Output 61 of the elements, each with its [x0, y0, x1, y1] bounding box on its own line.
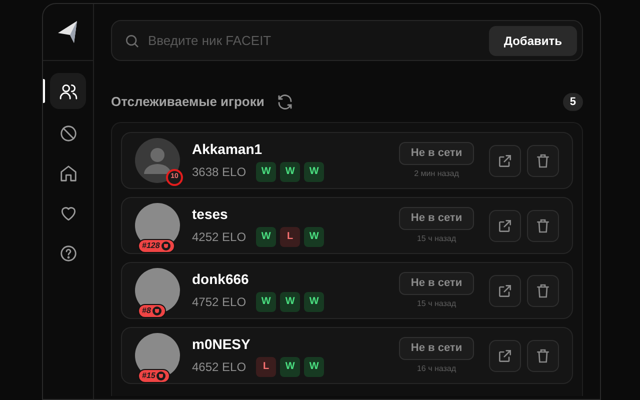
search-field[interactable]: Введите ник FACEIT Добавить — [111, 20, 583, 61]
section-title: Отслеживаемые игроки — [111, 93, 264, 112]
ban-icon — [58, 124, 78, 142]
match-result: W — [280, 292, 300, 312]
status-label: Не в сети — [399, 142, 474, 164]
trash-icon — [535, 152, 551, 168]
avatar-placeholder — [135, 138, 180, 183]
player-name: teses — [192, 204, 229, 222]
match-result: W — [304, 226, 324, 246]
match-result: W — [256, 162, 276, 182]
match-result: W — [256, 292, 276, 312]
match-result: W — [304, 162, 324, 182]
add-button[interactable]: Добавить — [488, 26, 577, 56]
trash-icon — [535, 348, 551, 364]
match-result: L — [280, 226, 300, 246]
match-result: W — [304, 292, 324, 312]
last-seen: 15 ч назад — [416, 232, 456, 244]
player-name: donk666 — [192, 270, 250, 288]
nav-item[interactable] — [50, 73, 86, 109]
player-name: m0NESY — [192, 334, 252, 352]
open-profile-button[interactable] — [489, 210, 521, 242]
delete-button[interactable] — [527, 210, 559, 242]
open-profile-button[interactable] — [489, 340, 521, 372]
delete-button[interactable] — [527, 144, 559, 176]
match-result: L — [256, 356, 276, 376]
delete-button[interactable] — [527, 274, 559, 306]
match-result: W — [280, 356, 300, 376]
open-profile-button[interactable] — [489, 144, 521, 176]
match-result: W — [280, 162, 300, 182]
home-icon — [58, 164, 78, 182]
status-label: Не в сети — [399, 336, 474, 360]
player-name: Akkaman1 — [192, 140, 264, 158]
delete-button[interactable] — [527, 340, 559, 372]
last-seen: 2 мин назад — [414, 168, 459, 180]
photo-placeholder — [135, 268, 180, 313]
last-seen: 15 ч назад — [416, 298, 456, 310]
status-label: Не в сети — [399, 206, 474, 230]
last-seen: 16 ч назад — [416, 362, 456, 374]
trash-icon — [535, 218, 551, 234]
external-link-icon — [497, 348, 513, 364]
elo-value: 4652 ELO — [192, 358, 246, 376]
open-profile-button[interactable] — [489, 274, 521, 306]
rank-text: #8 — [142, 307, 151, 315]
trash-icon — [535, 282, 551, 298]
external-link-icon — [497, 282, 513, 298]
search-icon — [124, 32, 140, 48]
match-result: W — [256, 226, 276, 246]
logo-icon — [58, 21, 78, 43]
external-link-icon — [497, 152, 513, 168]
rank-text: #128 — [142, 242, 160, 250]
refresh-icon[interactable] — [276, 93, 294, 111]
match-result: W — [304, 356, 324, 376]
help-icon — [58, 244, 78, 262]
elo-value: 4252 ELO — [192, 228, 246, 246]
player-count: 5 — [562, 92, 583, 112]
elo-value: 3638 ELO — [192, 164, 246, 180]
elo-value: 4752 ELO — [192, 294, 246, 310]
status-label: Не в сети — [399, 272, 474, 294]
rank-text: #15 — [142, 372, 156, 380]
external-link-icon — [497, 218, 513, 234]
users-icon — [58, 82, 78, 100]
